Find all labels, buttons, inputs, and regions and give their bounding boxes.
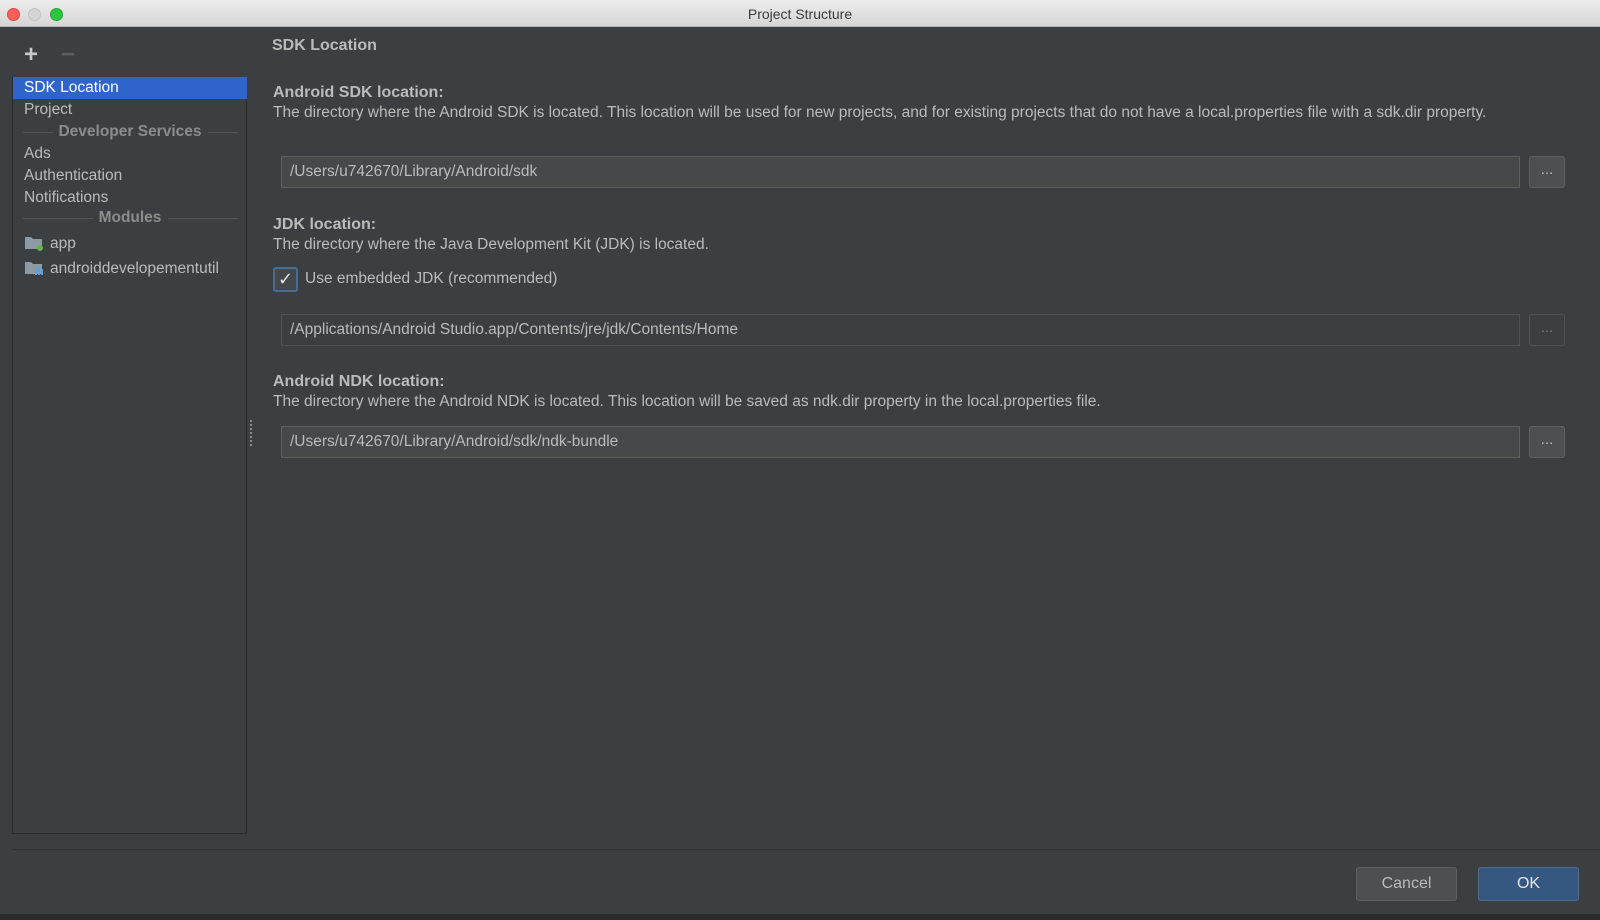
android-ndk-browse-button[interactable]: ... xyxy=(1529,426,1565,458)
sidebar-item-label: Ads xyxy=(24,145,51,162)
use-embedded-jdk-label[interactable]: Use embedded JDK (recommended) xyxy=(305,270,557,288)
sidebar: SDK Location Project Developer Services … xyxy=(12,77,247,834)
android-sdk-path-field[interactable]: /Users/u742670/Library/Android/sdk xyxy=(281,156,1520,188)
sidebar-group-modules: Modules xyxy=(13,208,247,228)
minus-icon: − xyxy=(61,41,76,68)
group-heading: Modules xyxy=(94,209,166,226)
jdk-browse-button: ... xyxy=(1529,314,1565,346)
sidebar-toolbar: + − xyxy=(24,41,104,68)
android-ndk-description: The directory where the Android NDK is l… xyxy=(273,393,1101,410)
jdk-description: The directory where the Java Development… xyxy=(273,236,709,253)
ok-button[interactable]: OK xyxy=(1478,867,1579,901)
sidebar-item-authentication[interactable]: Authentication xyxy=(13,165,247,187)
sidebar-item-label: Notifications xyxy=(24,189,109,206)
plus-icon[interactable]: + xyxy=(24,43,38,67)
sidebar-item-label: Authentication xyxy=(24,167,123,184)
jdk-path-field: /Applications/Android Studio.app/Content… xyxy=(281,314,1520,346)
jdk-heading: JDK location: xyxy=(273,216,377,233)
page-title: SDK Location xyxy=(272,37,377,54)
module-folder-icon xyxy=(25,237,43,251)
sidebar-item-sdk-location[interactable]: SDK Location xyxy=(13,77,247,99)
sdk-location-panel: SDK Location Android SDK location: The d… xyxy=(272,0,1582,840)
android-ndk-heading: Android NDK location: xyxy=(273,373,445,390)
sidebar-group-developer-services: Developer Services xyxy=(13,122,247,142)
sidebar-item-label: androiddevelopementutil xyxy=(50,260,219,277)
android-ndk-path-field[interactable]: /Users/u742670/Library/Android/sdk/ndk-b… xyxy=(281,426,1520,458)
bottom-edge xyxy=(0,914,1600,920)
sidebar-item-module-androiddevelopementutil[interactable]: androiddevelopementutil xyxy=(13,256,247,282)
splitter-handle[interactable] xyxy=(250,420,254,446)
group-heading: Developer Services xyxy=(54,123,206,140)
android-sdk-description: The directory where the Android SDK is l… xyxy=(273,104,1487,121)
sidebar-item-ads[interactable]: Ads xyxy=(13,143,247,165)
sidebar-item-label: SDK Location xyxy=(24,79,119,96)
footer-divider xyxy=(12,849,1600,850)
library-module-icon xyxy=(25,262,43,275)
use-embedded-jdk-checkbox[interactable]: ✓ xyxy=(273,267,298,292)
cancel-button[interactable]: Cancel xyxy=(1356,867,1457,901)
android-sdk-heading: Android SDK location: xyxy=(273,84,444,101)
android-sdk-browse-button[interactable]: ... xyxy=(1529,156,1565,188)
sidebar-item-label: app xyxy=(50,235,76,252)
sidebar-item-label: Project xyxy=(24,101,73,118)
sidebar-item-module-app[interactable]: app xyxy=(13,231,247,257)
sidebar-item-notifications[interactable]: Notifications xyxy=(13,187,247,209)
checkmark-icon: ✓ xyxy=(277,269,294,289)
sidebar-item-project[interactable]: Project xyxy=(13,99,247,121)
